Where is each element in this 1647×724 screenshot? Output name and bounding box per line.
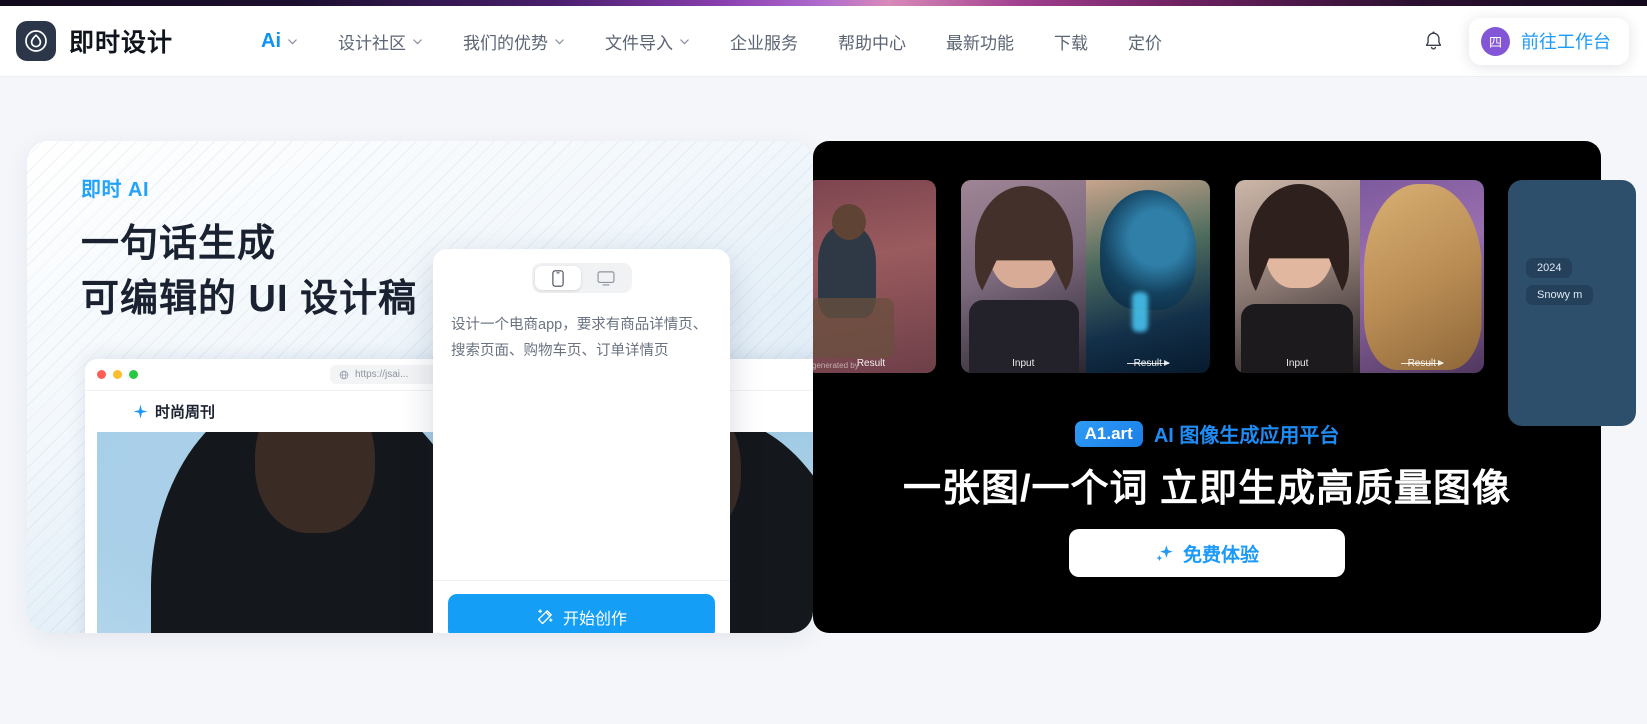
desktop-icon (596, 270, 615, 286)
chevron-down-icon (413, 38, 422, 44)
notification-bell-button[interactable] (1411, 19, 1455, 63)
nav-item-pricing[interactable]: 定价 (1108, 29, 1182, 54)
close-dot-icon (97, 370, 106, 379)
hero-stage: 即时 AI 一句话生成 可编辑的 UI 设计稿 https://jsai... … (0, 77, 1647, 724)
globe-icon (339, 370, 349, 379)
nav-item-ai[interactable]: Ai (241, 30, 318, 53)
a1art-subtitle: AI 图像生成应用平台 (1153, 425, 1340, 447)
thumb-image-result: Result (1359, 180, 1484, 373)
thumb-label-result: Result (856, 358, 886, 369)
hero-card-a1art[interactable]: generated by Result Input Result Input R… (813, 141, 1601, 633)
avatar: 四 (1481, 26, 1510, 56)
nav-item-label: 下载 (1054, 33, 1089, 53)
bell-icon (1425, 31, 1441, 50)
main-nav: Ai 设计社区 我们的优势 文件导入 企业服务 帮助中心 最新功能 下载 定价 (241, 29, 1182, 54)
thumb-label-result: Result (1407, 358, 1436, 369)
nav-item-enterprise[interactable]: 企业服务 (710, 29, 818, 54)
chevron-down-icon (288, 38, 297, 44)
magic-wand-icon (537, 608, 553, 624)
device-segmented-control (531, 263, 632, 293)
thumbnail-portrait-blonde[interactable]: Input Result (1235, 180, 1484, 373)
sparkle-icon (1156, 544, 1173, 561)
nav-item-advantages[interactable]: 我们的优势 (443, 29, 585, 54)
nav-item-file-import[interactable]: 文件导入 (585, 29, 710, 54)
thumb-label-input: Input (1012, 358, 1035, 369)
free-trial-label: 免费体验 (1182, 544, 1259, 566)
nav-item-label: 我们的优势 (463, 33, 549, 53)
prompt-footer: 开始创作 (433, 580, 730, 633)
side-card-tag-style: Snowy m (1526, 285, 1594, 305)
header-right-actions: 四 前往工作台 (1411, 17, 1647, 65)
side-preview-card[interactable]: 2024 Snowy m (1508, 180, 1636, 426)
brand-logo-link[interactable]: 即时设计 (16, 21, 173, 61)
site-header: 即时设计 Ai 设计社区 我们的优势 文件导入 企业服务 帮助中心 最新功能 下… (0, 6, 1647, 77)
nav-item-label: 企业服务 (730, 33, 799, 53)
chevron-down-icon (555, 38, 564, 44)
nav-item-label: Ai (261, 29, 282, 52)
photo-figure-left (151, 432, 481, 633)
a1art-badge-row: A1.art AI 图像生成应用平台 (813, 419, 1601, 448)
thumb-image-result: Result (1085, 180, 1210, 373)
device-toggle-desktop[interactable] (583, 266, 629, 290)
go-to-workbench-button[interactable]: 四 前往工作台 (1469, 17, 1629, 65)
nav-item-label: 文件导入 (605, 33, 674, 53)
nav-item-label: 帮助中心 (838, 33, 907, 53)
a1art-pill: A1.art (1074, 420, 1143, 447)
nav-item-design-community[interactable]: 设计社区 (318, 29, 443, 54)
thumb-image-input: Input (1235, 180, 1360, 373)
free-trial-button[interactable]: 免费体验 (1069, 529, 1345, 577)
chevron-down-icon (680, 38, 689, 44)
thumb-label-result: Result (1133, 358, 1162, 369)
mock-site-name: 时尚周刊 (155, 404, 216, 421)
hero-left-title: 一句话生成 可编辑的 UI 设计稿 (81, 223, 418, 321)
start-creating-button[interactable]: 开始创作 (448, 594, 715, 633)
thumb-image-input: Input (961, 180, 1086, 373)
device-toggle-mobile[interactable] (534, 266, 581, 290)
hero-card-instant-ai[interactable]: 即时 AI 一句话生成 可编辑的 UI 设计稿 https://jsai... … (27, 141, 813, 633)
maximize-dot-icon (129, 370, 138, 379)
ai-prompt-panel: 设计一个电商app，要求有商品详情页、搜索页面、购物车页、订单详情页 开始创作 (433, 249, 730, 633)
thumb-label-input: Input (1286, 358, 1309, 369)
thumb-image: generated by Result (813, 180, 936, 373)
mobile-icon (551, 269, 564, 287)
sparkle-icon (133, 404, 148, 419)
a1art-title: 一张图/一个词 立即生成高质量图像 (902, 468, 1512, 510)
nav-item-download[interactable]: 下载 (1034, 29, 1108, 54)
nav-item-whats-new[interactable]: 最新功能 (926, 29, 1034, 54)
side-card-tag-year: 2024 (1526, 258, 1573, 278)
side-card-tags: 2024 Snowy m (1508, 258, 1636, 312)
nav-item-label: 最新功能 (946, 33, 1015, 53)
thumbnail-portrait-forest[interactable]: Input Result (961, 180, 1210, 373)
nav-item-label: 定价 (1128, 33, 1163, 53)
prompt-text[interactable]: 设计一个电商app，要求有商品详情页、搜索页面、购物车页、订单详情页 (451, 313, 712, 580)
window-traffic-lights (97, 370, 138, 379)
thumbnail-doll[interactable]: generated by Result (813, 180, 936, 373)
top-gradient-strip (0, 0, 1647, 6)
browser-url-text: https://jsai... (355, 369, 409, 380)
hero-left-eyebrow: 即时 AI (81, 179, 150, 201)
droplet-logo-icon (16, 21, 56, 61)
nav-item-label: 设计社区 (338, 33, 407, 53)
mock-site-brand: 时尚周刊 (133, 401, 215, 422)
start-creating-label: 开始创作 (562, 610, 627, 628)
minimize-dot-icon (113, 370, 122, 379)
photo-figure-head (255, 432, 375, 533)
workbench-label: 前往工作台 (1521, 32, 1611, 52)
gallery-thumbnails: generated by Result Input Result Input R… (813, 180, 1484, 373)
brand-name: 即时设计 (69, 29, 174, 57)
nav-item-help-center[interactable]: 帮助中心 (818, 29, 926, 54)
